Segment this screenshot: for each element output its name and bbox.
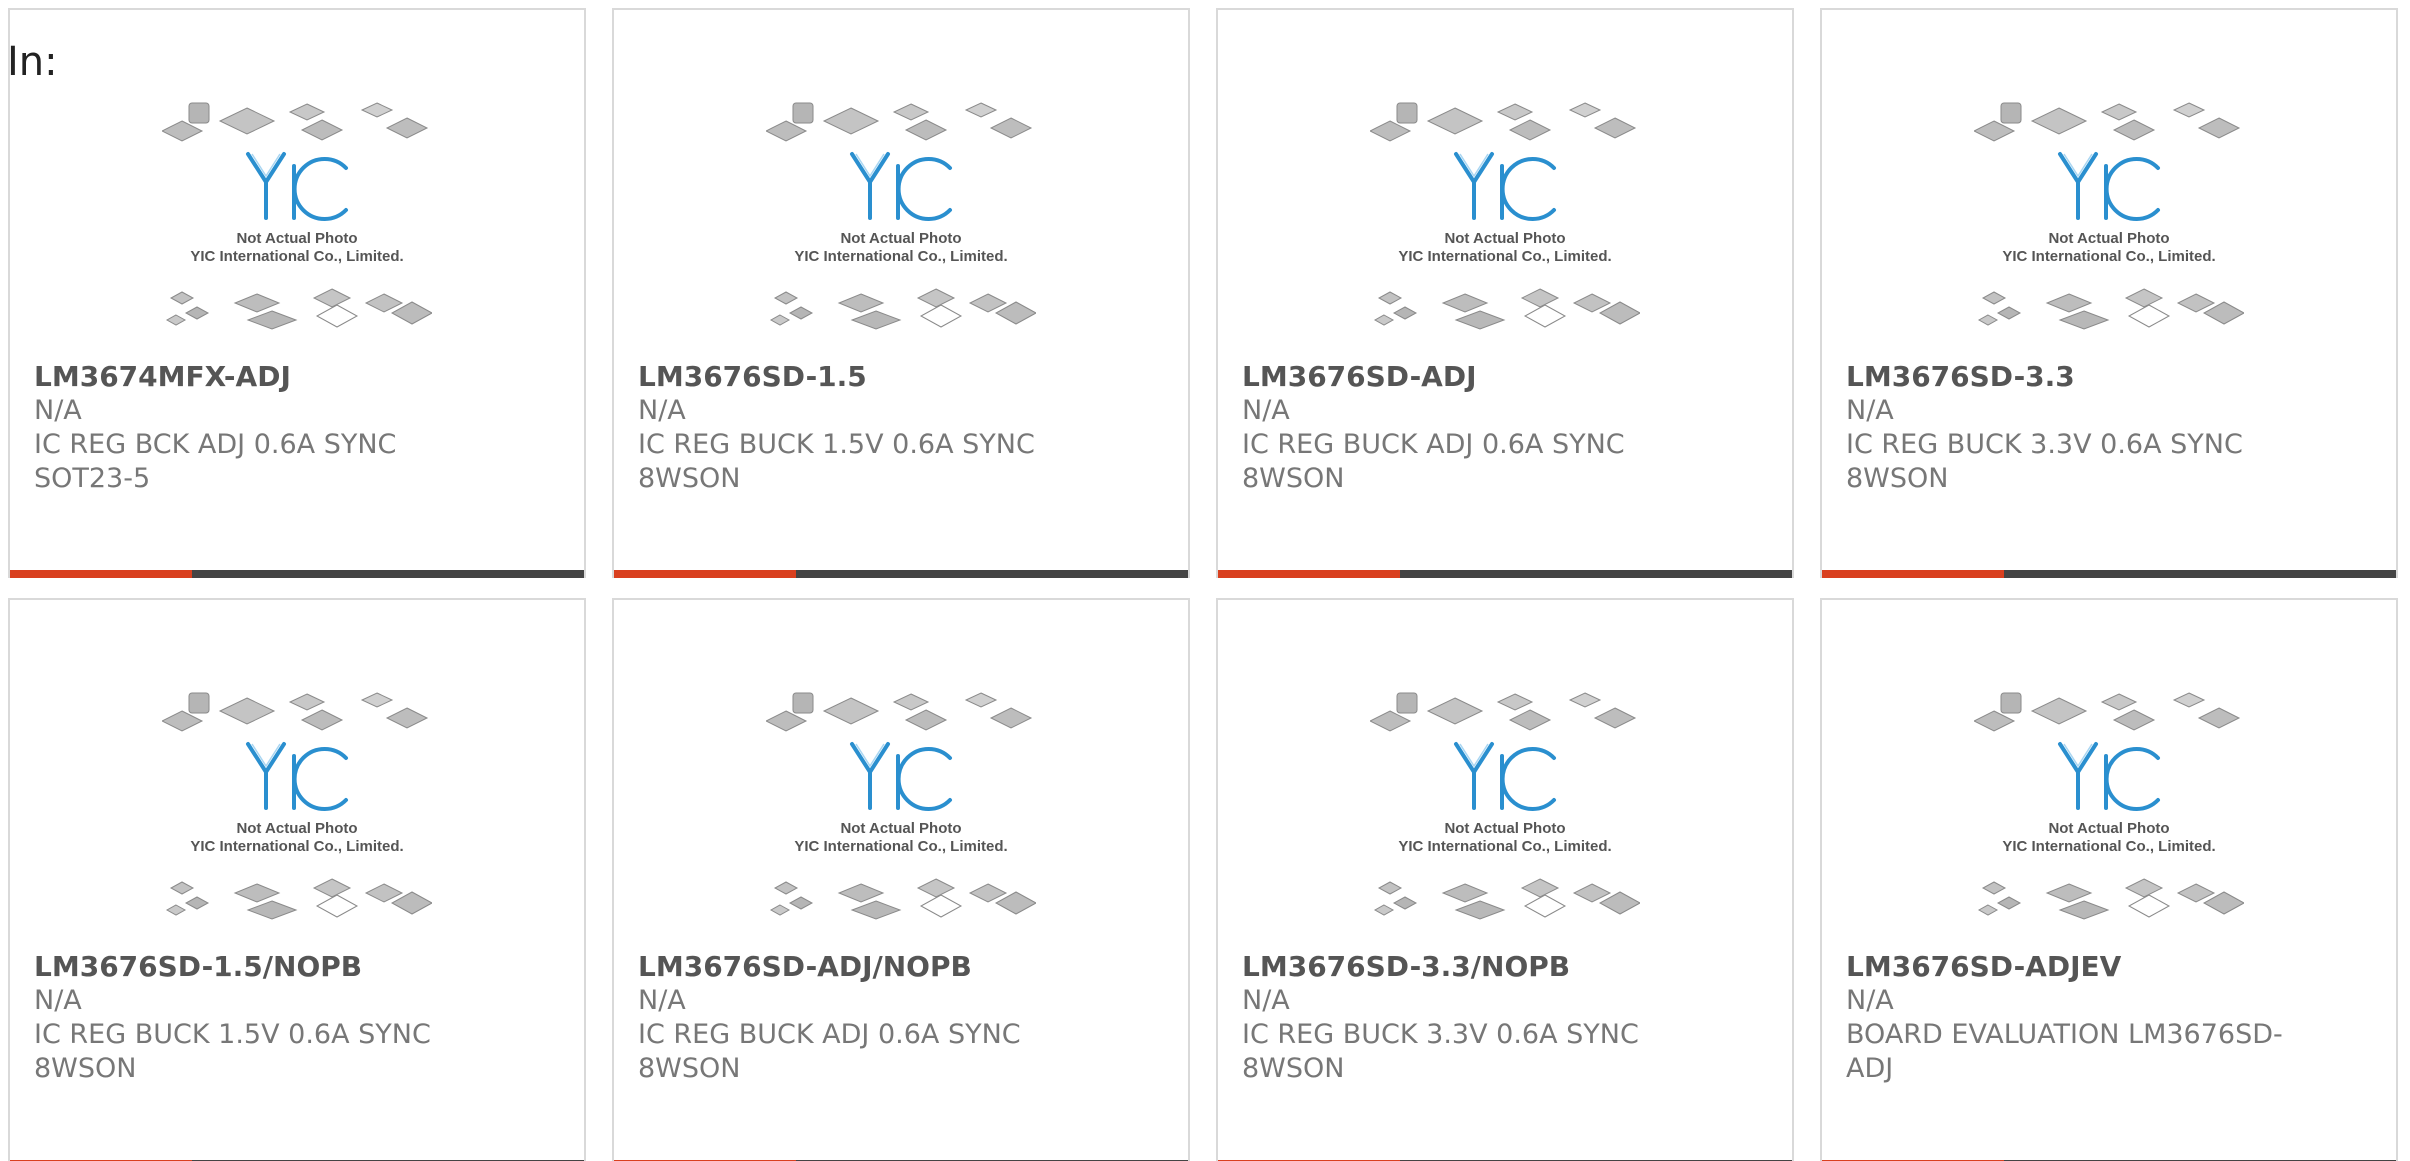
not-actual-photo-image: Not Actual PhotoYIC International Co., L… (1974, 102, 2244, 330)
company-name-text: YIC International Co., Limited. (794, 838, 1007, 855)
product-name[interactable]: LM3676SD-ADJEV (1846, 950, 2121, 984)
not-actual-photo-image: Not Actual PhotoYIC International Co., L… (162, 692, 432, 920)
not-actual-photo-text: Not Actual Photo (1444, 820, 1565, 837)
product-card[interactable]: Not Actual Photo YIC International Co., L… (1216, 598, 1794, 1161)
product-card[interactable]: Not Actual Photo YIC International Co., L… (8, 598, 586, 1161)
product-description: IC REG BUCK ADJ 0.6A SYNC 8WSON (638, 1019, 1021, 1084)
yic-logo (2058, 742, 2160, 811)
yic-logo (1454, 152, 1556, 221)
product-description: IC REG BUCK 3.3V 0.6A SYNC 8WSON (1242, 1019, 1639, 1084)
yic-logo (850, 742, 952, 811)
product-description: IC REG BUCK 1.5V 0.6A SYNC 8WSON (34, 1019, 431, 1084)
product-card[interactable]: Not Actual Photo YIC International Co., L… (1820, 598, 2398, 1161)
product-name[interactable]: LM3676SD-1.5 (638, 360, 867, 394)
not-actual-photo-text: Not Actual Photo (840, 820, 961, 837)
yic-logo (850, 152, 952, 221)
yic-logo (2058, 152, 2160, 221)
not-actual-photo-text: Not Actual Photo (1444, 230, 1565, 247)
chip-pictograms-top (162, 102, 429, 142)
chip-pictograms-bottom (1373, 878, 1640, 920)
product-description: IC REG BUCK ADJ 0.6A SYNC 8WSON (1242, 429, 1625, 494)
chip-pictograms-top (162, 692, 429, 732)
company-name-text: YIC International Co., Limited. (2002, 248, 2215, 265)
in-label: In: (7, 39, 58, 85)
product-manufacturer: N/A (34, 395, 82, 426)
yic-logo (246, 742, 348, 811)
chip-pictograms-bottom (1977, 878, 2244, 920)
not-actual-photo-image: Not Actual PhotoYIC International Co., L… (766, 102, 1036, 330)
company-name-text: YIC International Co., Limited. (1398, 838, 1611, 855)
chip-pictograms-top (1370, 102, 1637, 142)
product-name[interactable]: LM3676SD-3.3 (1846, 360, 2075, 394)
chip-pictograms-bottom (769, 878, 1036, 920)
product-name[interactable]: LM3676SD-ADJ/NOPB (638, 950, 972, 984)
product-description: IC REG BCK ADJ 0.6A SYNC SOT23-5 (34, 429, 397, 494)
product-grid-page: In: Not Actual Photo YIC International Co… (0, 0, 2410, 1161)
card-accent-bar (614, 570, 796, 578)
product-name[interactable]: LM3676SD-ADJ (1242, 360, 1477, 394)
product-description: BOARD EVALUATION LM3676SD-ADJ (1846, 1019, 2283, 1084)
product-card[interactable]: Not Actual Photo YIC International Co., L… (1820, 8, 2398, 578)
chip-pictograms-top (766, 102, 1033, 142)
company-name-text: YIC International Co., Limited. (794, 248, 1007, 265)
not-actual-photo-image: Not Actual PhotoYIC International Co., L… (1370, 102, 1640, 330)
not-actual-photo-image: Not Actual PhotoYIC International Co., L… (1974, 692, 2244, 920)
product-manufacturer: N/A (34, 985, 82, 1016)
card-accent-bar (1822, 570, 2004, 578)
card-bottom-bar (10, 570, 584, 578)
product-card[interactable]: Not Actual Photo YIC International Co., L… (612, 8, 1190, 578)
product-manufacturer: N/A (1846, 985, 1894, 1016)
product-card[interactable]: Not Actual Photo YIC International Co., L… (612, 598, 1190, 1161)
chip-pictograms-bottom (1977, 288, 2244, 330)
chip-pictograms-top (1974, 692, 2241, 732)
chip-pictograms-bottom (769, 288, 1036, 330)
not-actual-photo-image: Not Actual PhotoYIC International Co., L… (1370, 692, 1640, 920)
product-manufacturer: N/A (638, 395, 686, 426)
not-actual-photo-text: Not Actual Photo (840, 230, 961, 247)
card-accent-bar (10, 570, 192, 578)
product-description: IC REG BUCK 1.5V 0.6A SYNC 8WSON (638, 429, 1035, 494)
chip-pictograms-top (766, 692, 1033, 732)
card-bottom-bar (1822, 570, 2396, 578)
not-actual-photo-image: Not Actual PhotoYIC International Co., L… (766, 692, 1036, 920)
not-actual-photo-image: Not Actual PhotoYIC International Co., L… (162, 102, 432, 330)
not-actual-photo-text: Not Actual Photo (236, 230, 357, 247)
company-name-text: YIC International Co., Limited. (190, 838, 403, 855)
chip-pictograms-bottom (1373, 288, 1640, 330)
company-name-text: YIC International Co., Limited. (1398, 248, 1611, 265)
product-name[interactable]: LM3676SD-3.3/NOPB (1242, 950, 1570, 984)
product-card[interactable]: Not Actual Photo YIC International Co., L… (1216, 8, 1794, 578)
not-actual-photo-text: Not Actual Photo (236, 820, 357, 837)
product-manufacturer: N/A (1846, 395, 1894, 426)
product-card[interactable]: Not Actual Photo YIC International Co., L… (8, 8, 586, 578)
product-manufacturer: N/A (638, 985, 686, 1016)
chip-pictograms-bottom (165, 878, 432, 920)
card-bottom-bar (1218, 570, 1792, 578)
yic-logo (246, 152, 348, 221)
product-description: IC REG BUCK 3.3V 0.6A SYNC 8WSON (1846, 429, 2243, 494)
chip-pictograms-top (1370, 692, 1637, 732)
not-actual-photo-text: Not Actual Photo (2048, 820, 2169, 837)
company-name-text: YIC International Co., Limited. (2002, 838, 2215, 855)
product-name[interactable]: LM3676SD-1.5/NOPB (34, 950, 362, 984)
card-bottom-bar (614, 570, 1188, 578)
chip-pictograms-top (1974, 102, 2241, 142)
product-name[interactable]: LM3674MFX-ADJ (34, 360, 291, 394)
company-name-text: YIC International Co., Limited. (190, 248, 403, 265)
card-accent-bar (1218, 570, 1400, 578)
product-manufacturer: N/A (1242, 395, 1290, 426)
yic-logo (1454, 742, 1556, 811)
chip-pictograms-bottom (165, 288, 432, 330)
not-actual-photo-text: Not Actual Photo (2048, 230, 2169, 247)
product-manufacturer: N/A (1242, 985, 1290, 1016)
